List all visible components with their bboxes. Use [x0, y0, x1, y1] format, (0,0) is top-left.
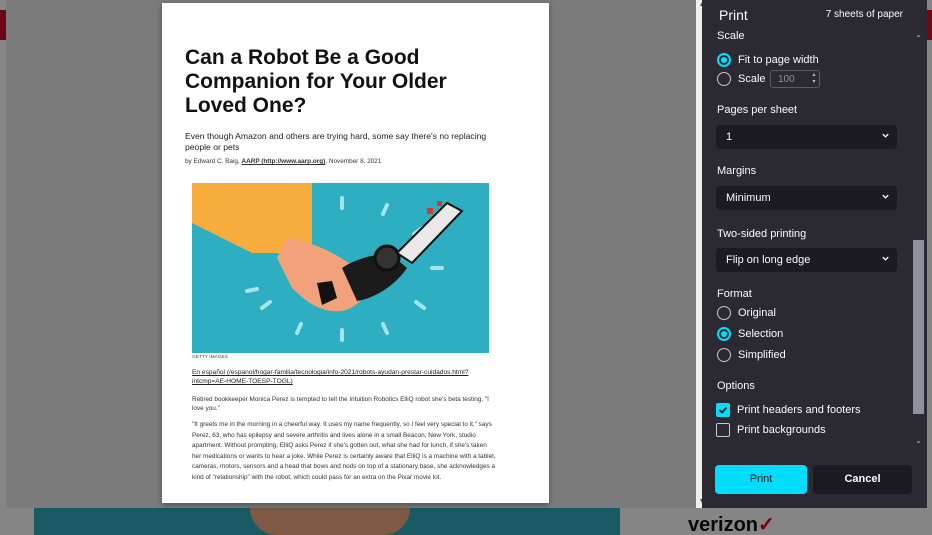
- radio-unselected-icon[interactable]: [717, 306, 731, 320]
- settings-scrollbar[interactable]: ⌃ ⌄: [912, 30, 925, 450]
- format-label: Format: [717, 288, 752, 300]
- article-byline: by Edward C. Baig, AARP (http://www.aarp…: [185, 158, 382, 165]
- format-option-label: Selection: [738, 328, 784, 340]
- radio-unselected-icon[interactable]: [717, 348, 731, 362]
- image-credit: GETTY IMAGES: [192, 355, 228, 360]
- print-settings-panel: Print 7 sheets of paper Scale Fit to pag…: [702, 0, 927, 508]
- scroll-up-icon[interactable]: ⌃: [914, 34, 923, 43]
- pages-per-sheet-select[interactable]: 1: [716, 125, 897, 149]
- radio-selected-icon[interactable]: [717, 53, 731, 67]
- scrollbar-thumb[interactable]: [913, 240, 924, 414]
- chevron-down-icon: [882, 256, 889, 261]
- scale-label: Scale: [717, 30, 745, 42]
- format-original-radio[interactable]: Original: [717, 305, 776, 321]
- scale-option-label: Scale: [738, 73, 766, 85]
- chevron-down-icon: [882, 133, 889, 138]
- radio-selected-icon[interactable]: [717, 327, 731, 341]
- article-paragraph: "It greets me in the morning in a cheerf…: [192, 421, 496, 481]
- espanol-link: En español (/espanol/hogar-familia/tecno…: [192, 369, 469, 385]
- dialog-title: Print: [719, 7, 748, 23]
- scale-radio[interactable]: Scale: [717, 71, 766, 87]
- format-option-label: Original: [738, 307, 776, 319]
- checkbox-unchecked-icon[interactable]: [716, 423, 730, 437]
- chevron-down-icon: [882, 194, 889, 199]
- format-selection-radio[interactable]: Selection: [717, 326, 783, 342]
- backgrounds-checkbox[interactable]: Print backgrounds: [716, 422, 826, 438]
- scroll-down-icon[interactable]: ⌄: [914, 436, 923, 445]
- fit-to-page-label: Fit to page width: [738, 54, 819, 66]
- radio-unselected-icon[interactable]: [717, 72, 731, 86]
- article-hero-image: [192, 183, 489, 353]
- preview-sheet: Can a Robot Be a Good Companion for Your…: [162, 3, 549, 503]
- two-sided-select[interactable]: Flip on long edge: [716, 248, 897, 272]
- checkbox-checked-icon[interactable]: [716, 403, 730, 417]
- two-sided-label: Two-sided printing: [717, 228, 807, 240]
- print-button[interactable]: Print: [715, 465, 807, 494]
- article-title: Can a Robot Be a Good Companion for Your…: [185, 46, 447, 117]
- backgrounds-label: Print backgrounds: [737, 424, 826, 436]
- article-subtitle: Even though Amazon and others are trying…: [185, 131, 487, 152]
- headers-footers-checkbox[interactable]: Print headers and footers: [716, 402, 861, 418]
- article-paragraph: Retired bookkeeper Monica Perez is tempt…: [192, 396, 489, 413]
- scale-input[interactable]: 100 ▴ ▾: [770, 70, 820, 88]
- options-label: Options: [717, 380, 755, 392]
- format-option-label: Simplified: [738, 349, 786, 361]
- format-simplified-radio[interactable]: Simplified: [717, 347, 786, 363]
- cancel-button[interactable]: Cancel: [813, 465, 912, 494]
- headers-footers-label: Print headers and footers: [737, 404, 861, 416]
- sheet-count: 7 sheets of paper: [825, 9, 903, 20]
- margins-select[interactable]: Minimum: [716, 186, 897, 210]
- fit-to-page-radio[interactable]: Fit to page width: [717, 52, 819, 68]
- print-preview-area[interactable]: Can a Robot Be a Good Companion for Your…: [6, 0, 708, 508]
- margins-label: Margins: [717, 165, 757, 177]
- spinner-icon[interactable]: ▴ ▾: [810, 72, 818, 86]
- pages-per-sheet-label: Pages per sheet: [717, 104, 798, 116]
